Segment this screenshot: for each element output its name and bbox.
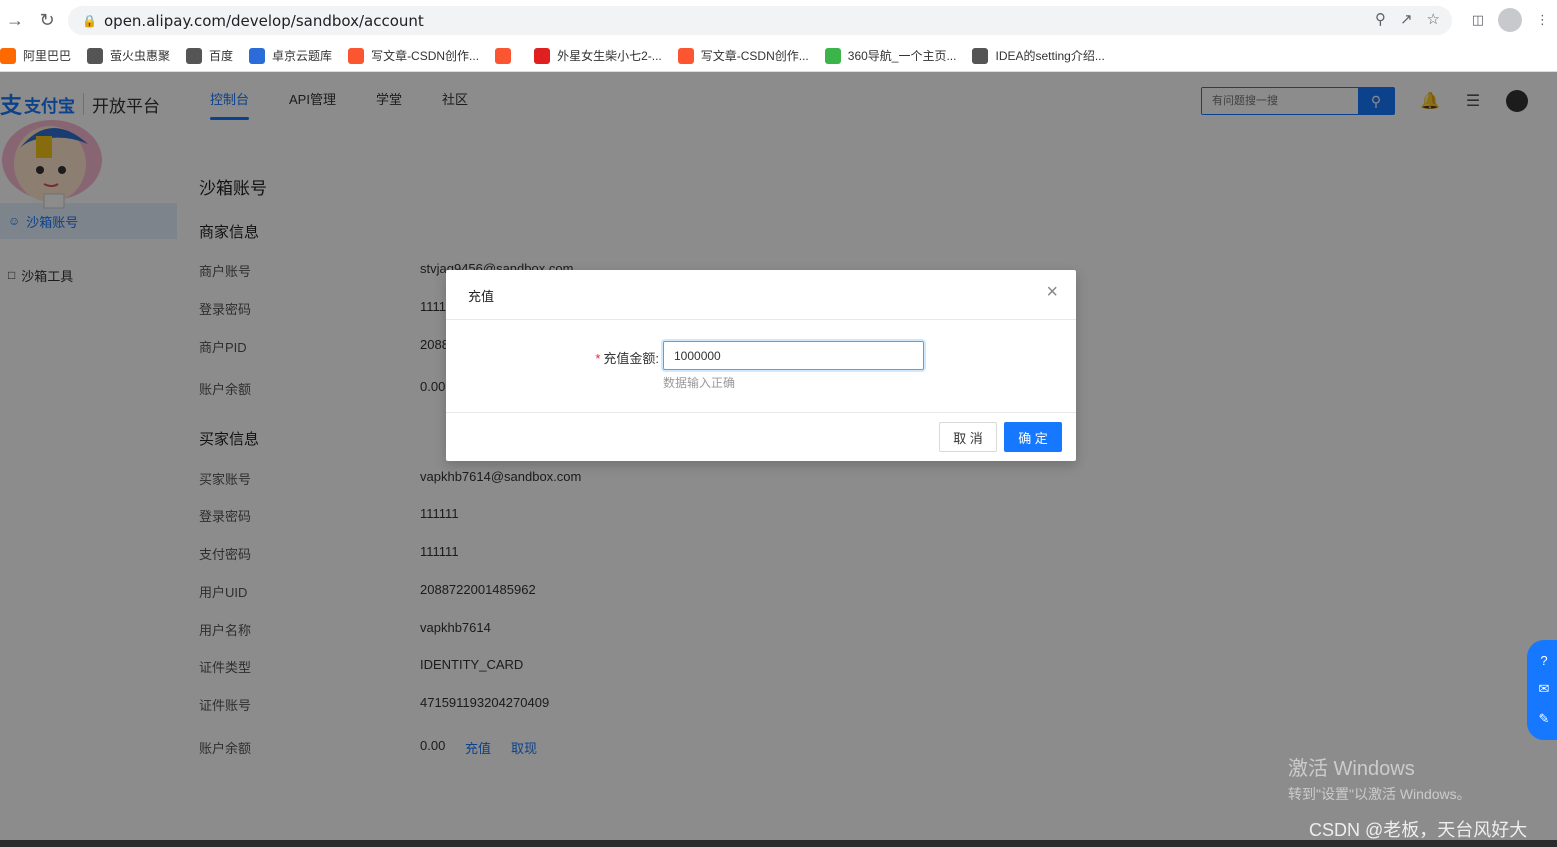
bookmark-label: 外星女生柴小七2-... bbox=[557, 49, 662, 63]
taskbar bbox=[0, 840, 1557, 847]
validation-hint: 数据输入正确 bbox=[663, 376, 736, 390]
zoom-icon[interactable]: ⚲ bbox=[1375, 10, 1386, 28]
bookmark-item[interactable]: 360导航_一个主页... bbox=[824, 47, 957, 64]
dialog-body: *充值金额: 数据输入正确 bbox=[446, 320, 1076, 413]
bookmark-icon bbox=[677, 47, 694, 64]
bookmark-icon bbox=[348, 47, 365, 64]
bookmark-icon bbox=[249, 47, 266, 64]
bookmark-label: 萤火虫惠聚 bbox=[110, 49, 171, 63]
bookmark-item[interactable] bbox=[495, 47, 518, 64]
chat-icon[interactable]: ✉ bbox=[1539, 681, 1550, 697]
floating-help-bar: ? ✉ ✎ bbox=[1527, 640, 1557, 740]
bookmark-icon bbox=[0, 47, 16, 64]
activation-title: 激活 Windows bbox=[1288, 758, 1415, 780]
reload-icon[interactable]: ↻ bbox=[32, 5, 62, 35]
amount-label: * 充值金额: bbox=[595, 348, 659, 367]
dialog-header: 充值 × bbox=[446, 270, 1076, 320]
feedback-icon[interactable]: ✎ bbox=[1539, 711, 1550, 727]
required-mark: * bbox=[595, 351, 601, 366]
help-icon[interactable]: ? bbox=[1540, 653, 1547, 668]
bookmark-item[interactable]: 写文章-CSDN创作... bbox=[677, 47, 809, 64]
close-icon[interactable]: × bbox=[1046, 282, 1058, 302]
bookmark-icon bbox=[495, 47, 512, 64]
bookmark-icon bbox=[972, 47, 989, 64]
bookmark-icon bbox=[87, 47, 104, 64]
url-text: open.alipay.com/develop/sandbox/account bbox=[104, 11, 424, 30]
bookmark-label: 360导航_一个主页... bbox=[847, 49, 957, 63]
star-icon[interactable]: ☆ bbox=[1427, 10, 1440, 28]
dialog-title: 充值 bbox=[468, 289, 495, 304]
lock-icon: 🔒 bbox=[82, 13, 97, 28]
bookmark-label: 写文章-CSDN创作... bbox=[371, 49, 480, 63]
bookmark-item[interactable]: 外星女生柴小七2-... bbox=[534, 47, 662, 64]
amount-label-text: 充值金额: bbox=[603, 351, 659, 366]
bookmark-icon bbox=[534, 47, 551, 64]
bookmark-item[interactable]: 阿里巴巴 bbox=[0, 47, 71, 64]
bookmark-label: IDEA的setting介绍... bbox=[995, 49, 1105, 63]
bookmark-label: 阿里巴巴 bbox=[23, 49, 72, 63]
amount-input[interactable] bbox=[663, 341, 924, 370]
bookmark-item[interactable]: 萤火虫惠聚 bbox=[87, 47, 170, 64]
bookmark-item[interactable]: 写文章-CSDN创作... bbox=[348, 47, 479, 64]
forward-icon[interactable]: → bbox=[0, 5, 30, 35]
side-panel-icon[interactable]: ◫ bbox=[1472, 12, 1484, 28]
bookmark-item[interactable]: 卓京云题库 bbox=[249, 47, 332, 64]
bookmark-icon bbox=[824, 47, 841, 64]
dialog-footer: 取 消 确 定 bbox=[446, 413, 1076, 461]
bookmark-label: 卓京云题库 bbox=[272, 49, 333, 63]
browser-toolbar: → ↻ 🔒 open.alipay.com/develop/sandbox/ac… bbox=[0, 0, 1557, 40]
confirm-button[interactable]: 确 定 bbox=[1004, 422, 1062, 452]
csdn-watermark: CSDN @老板，天台风好大 bbox=[1309, 820, 1528, 840]
bookmark-icon bbox=[186, 47, 203, 64]
bookmark-item[interactable]: IDEA的setting介绍... bbox=[972, 47, 1105, 64]
bookmarks-bar: 阿里巴巴 萤火虫惠聚 百度 卓京云题库 写文章-CSDN创作... 外星女生柴小七2-..… bbox=[0, 40, 1557, 72]
cancel-button[interactable]: 取 消 bbox=[939, 422, 997, 452]
address-bar[interactable]: 🔒 open.alipay.com/develop/sandbox/accoun… bbox=[68, 6, 1452, 35]
profile-icon[interactable] bbox=[1498, 8, 1522, 32]
bookmark-label: 百度 bbox=[209, 49, 234, 63]
activation-subtitle: 转到"设置"以激活 Windows。 bbox=[1288, 786, 1471, 802]
share-icon[interactable]: ↗ bbox=[1400, 10, 1413, 28]
windows-activation-watermark: 激活 Windows 转到"设置"以激活 Windows。 bbox=[1288, 752, 1471, 804]
menu-icon[interactable]: ⋮ bbox=[1536, 12, 1549, 28]
bookmark-item[interactable]: 百度 bbox=[186, 47, 233, 64]
recharge-dialog: 充值 × *充值金额: 数据输入正确 取 消 确 定 bbox=[446, 270, 1076, 461]
bookmark-label: 写文章-CSDN创作... bbox=[700, 49, 809, 63]
